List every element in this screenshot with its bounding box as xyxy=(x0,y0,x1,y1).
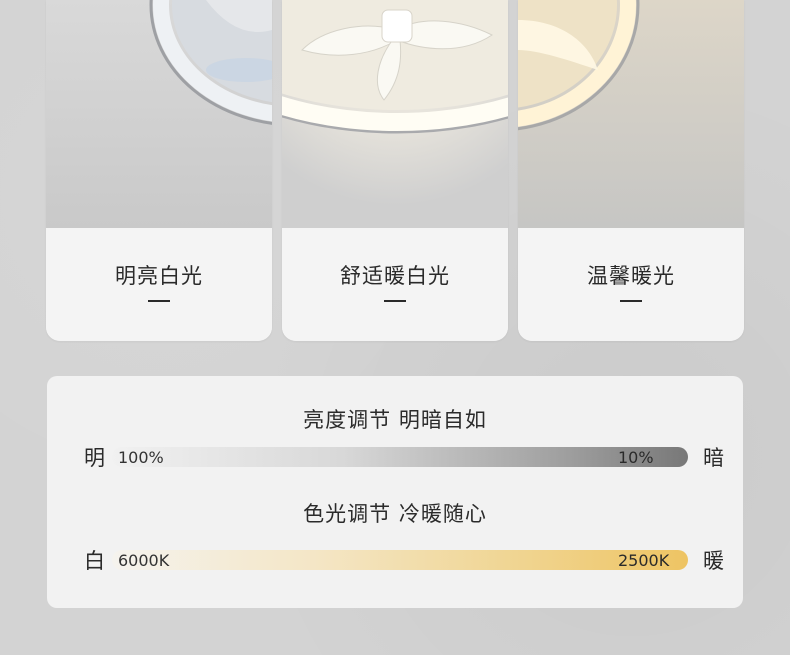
brightness-start-value: 100% xyxy=(118,448,164,467)
mode-card-bright-white[interactable]: 明亮白光 xyxy=(46,0,272,341)
mode-caption: 明亮白光 xyxy=(46,228,272,341)
brightness-right-label: 暗 xyxy=(703,446,724,470)
fan-light-photo-white xyxy=(46,0,272,228)
adjustment-panel: 亮度调节 明暗自如 明 100% 10% 暗 色光调节 冷暖随心 白 6000K… xyxy=(47,376,743,608)
label-underline xyxy=(148,300,170,302)
mode-label: 舒适暖白光 xyxy=(340,264,450,288)
color-temp-start-value: 6000K xyxy=(118,551,170,570)
brightness-slider-track[interactable] xyxy=(112,447,688,467)
color-temp-left-label: 白 xyxy=(84,549,105,573)
label-underline xyxy=(620,300,642,302)
mode-label: 明亮白光 xyxy=(115,264,203,288)
mode-card-cozy-warm[interactable]: 温馨暖光 xyxy=(518,0,744,341)
mode-caption: 温馨暖光 xyxy=(518,228,744,341)
mode-card-comfort-warm-white[interactable]: 舒适暖白光 xyxy=(282,0,508,341)
brightness-left-label: 明 xyxy=(84,446,105,470)
fan-light-photo-warm-white xyxy=(282,0,508,228)
mode-caption: 舒适暖白光 xyxy=(282,228,508,341)
color-temp-end-value: 2500K xyxy=(618,551,670,570)
color-temp-slider-track[interactable] xyxy=(112,550,688,570)
color-temp-right-label: 暖 xyxy=(703,549,724,573)
fan-light-photo-warm xyxy=(518,0,744,228)
brightness-end-value: 10% xyxy=(618,448,654,467)
mode-label: 温馨暖光 xyxy=(587,264,675,288)
label-underline xyxy=(384,300,406,302)
brightness-title: 亮度调节 明暗自如 xyxy=(303,408,487,432)
color-temp-title: 色光调节 冷暖随心 xyxy=(303,502,487,526)
